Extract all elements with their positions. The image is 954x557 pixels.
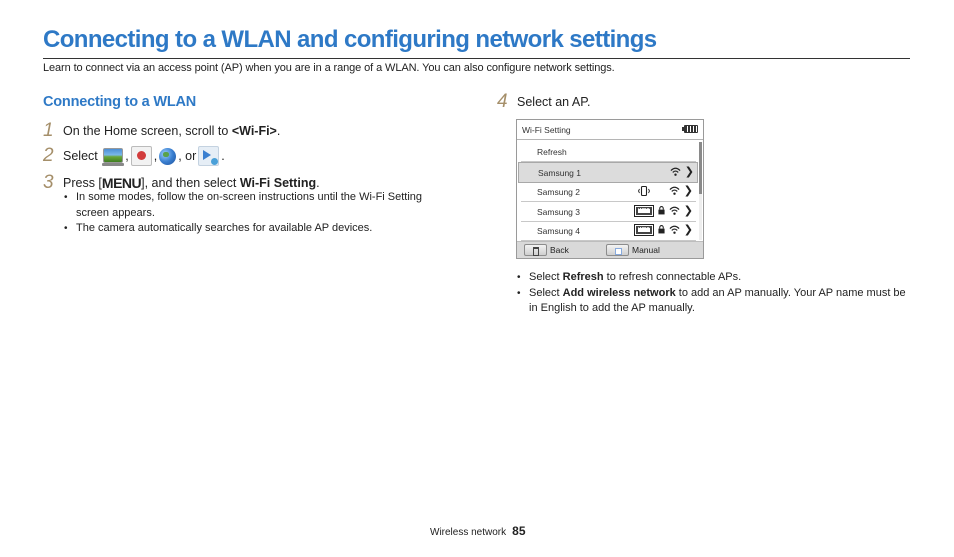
wifi-signal-icon <box>670 167 681 176</box>
step-bold: <Wi-Fi> <box>231 124 277 138</box>
wps-label: WPS <box>638 208 650 214</box>
menu-key-label: MENU <box>101 175 142 191</box>
row-label: Refresh <box>537 147 567 157</box>
step-number: 1 <box>43 120 54 141</box>
page-title: Connecting to a WLAN and configuring net… <box>43 26 657 53</box>
step-2: 2 Select , , , or . <box>43 145 225 167</box>
page-footer: Wireless network 85 <box>430 524 526 538</box>
footer-section: Wireless network <box>430 527 507 538</box>
back-label: Back <box>550 245 569 255</box>
separator: , <box>153 149 158 163</box>
row-label: Samsung 4 <box>537 226 580 236</box>
note-text: Select <box>529 271 563 283</box>
manual-label: Manual <box>632 245 660 255</box>
trash-back-key-icon[interactable] <box>524 244 547 256</box>
screen-header: Wi-Fi Setting <box>517 120 703 140</box>
note-text: Select <box>529 286 563 299</box>
note-bold: Add wireless network <box>562 286 676 299</box>
step-text-end: . <box>316 176 320 190</box>
step-text-end: . <box>221 149 225 163</box>
ad-hoc-vibrate-icon <box>638 185 650 197</box>
step-text-end: . <box>276 124 281 138</box>
step-bold: Wi-Fi Setting <box>239 176 317 190</box>
bullet-item: The camera automatically searches for av… <box>64 221 444 237</box>
sns-cloud-icon <box>159 147 177 165</box>
chevron-right-icon: ❯ <box>683 185 693 197</box>
email-icon <box>130 146 152 166</box>
wifi-signal-icon <box>669 186 680 195</box>
photo-beaming-icon <box>102 147 125 166</box>
chevron-right-icon: ❯ <box>683 224 693 236</box>
dpad-manual-key-icon[interactable] <box>606 244 629 256</box>
row-label: Samsung 3 <box>537 207 580 217</box>
step-text-mid: ], and then select <box>141 176 240 190</box>
step-text: Select <box>63 149 102 163</box>
wifi-signal-icon <box>669 206 680 215</box>
step-3-bullets: In some modes, follow the on-screen inst… <box>64 190 444 237</box>
notes-list: Select Refresh to refresh connectable AP… <box>517 270 912 317</box>
chevron-right-icon: ❯ <box>684 166 694 178</box>
intro-text: Learn to connect via an access point (AP… <box>43 62 615 74</box>
wifi-signal-icon <box>669 225 680 234</box>
page-number: 85 <box>512 524 526 538</box>
wps-icon: WPS <box>634 224 654 236</box>
lock-icon <box>658 225 665 234</box>
wifi-setting-screen: Wi-Fi Setting Refresh Samsung 1 ❯ Samsun… <box>516 119 704 259</box>
ap-row-samsung-3[interactable]: Samsung 3 WPS ❯ <box>521 202 696 222</box>
ap-row-samsung-1[interactable]: Samsung 1 ❯ <box>518 162 698 183</box>
step-1: 1 On the Home screen, scroll to <Wi-Fi>. <box>43 120 280 142</box>
section-heading: Connecting to a WLAN <box>43 94 197 110</box>
ap-row-samsung-4[interactable]: Samsung 4 WPS ❯ <box>521 221 696 241</box>
separator: , or <box>178 149 197 163</box>
step-4: 4 Select an AP. <box>497 91 590 113</box>
row-label: Samsung 2 <box>537 187 580 197</box>
note-text: to refresh connectable APs. <box>603 271 742 283</box>
bullet-item: In some modes, follow the on-screen inst… <box>64 190 444 221</box>
wps-label: WPS <box>638 227 650 233</box>
battery-icon <box>682 125 698 133</box>
note-item: Select Refresh to refresh connectable AP… <box>517 270 912 286</box>
step-number: 3 <box>43 172 54 193</box>
title-divider <box>43 58 910 59</box>
note-item: Select Add wireless network to add an AP… <box>517 286 912 317</box>
step-text: Press [ <box>63 176 102 190</box>
note-bold: Refresh <box>562 271 604 283</box>
screen-footer: Back Manual <box>517 241 703 258</box>
ap-row-refresh[interactable]: Refresh <box>521 142 696 162</box>
step-number: 2 <box>43 145 54 166</box>
screen-title: Wi-Fi Setting <box>522 125 571 135</box>
step-text: On the Home screen, scroll to <box>63 124 232 138</box>
chevron-right-icon: ❯ <box>683 205 693 217</box>
wps-icon: WPS <box>634 205 654 217</box>
lock-icon <box>658 206 665 215</box>
ap-row-samsung-2[interactable]: Samsung 2 ❯ <box>521 182 696 202</box>
scrollbar-thumb[interactable] <box>699 142 702 194</box>
step-number: 4 <box>497 91 508 112</box>
step-text: Select an AP. <box>517 95 591 109</box>
row-label: Samsung 1 <box>538 168 581 178</box>
allshare-play-icon <box>198 146 220 166</box>
separator: , <box>125 149 129 163</box>
